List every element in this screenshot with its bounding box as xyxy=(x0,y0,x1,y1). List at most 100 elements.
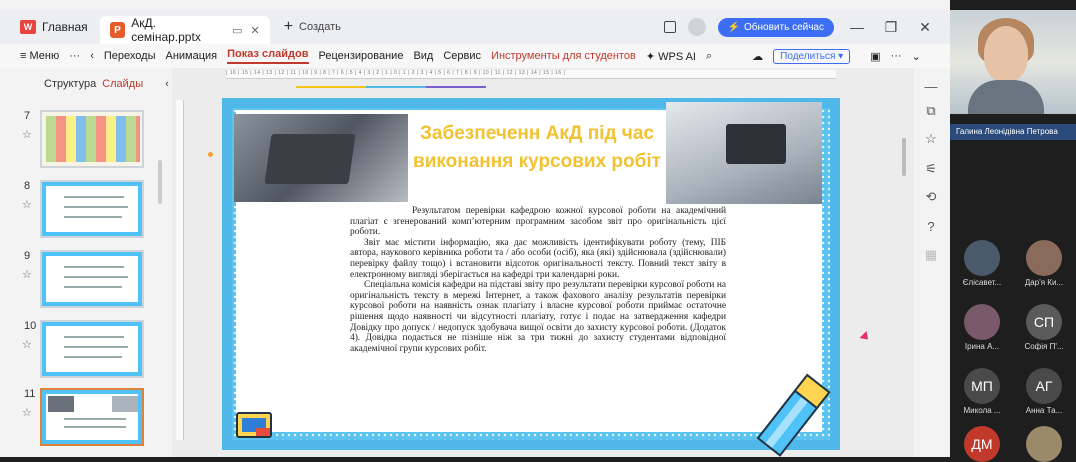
slide-editor: | 16 | 15 | 14 | 13 | 12 | 11 | 10 | 9 |… xyxy=(172,68,914,457)
window-mode-icon[interactable] xyxy=(663,21,676,33)
slide-thumbnail[interactable] xyxy=(40,250,144,308)
slide-thumb-row[interactable]: 10 ☆ xyxy=(0,320,172,382)
participant-name: Єлісавет... xyxy=(962,278,1002,287)
slide-body-text[interactable]: Результатом перевірки кафедрою кожної ку… xyxy=(350,206,726,354)
presenter-camera[interactable] xyxy=(950,10,1076,114)
menu-student-tools[interactable]: Инструменты для студентов xyxy=(491,50,636,62)
participant-tile[interactable]: АГ Анна Та... xyxy=(1014,368,1074,415)
star-icon[interactable]: ☆ xyxy=(22,406,32,419)
slide-number: 9 xyxy=(24,250,31,262)
participant-avatar: СП xyxy=(1026,304,1062,340)
menu-review[interactable]: Рецензирование xyxy=(319,50,404,62)
slide-thumb-row[interactable]: 7 ☆ xyxy=(0,110,172,172)
slide-thumbnail[interactable] xyxy=(40,110,144,168)
screen-icon[interactable]: ▭ xyxy=(232,24,242,37)
menu-wps-ai[interactable]: ✦ WPS AI xyxy=(646,50,696,63)
participant-tile[interactable]: Єлісавет... xyxy=(952,240,1012,287)
slide-number: 8 xyxy=(24,180,31,192)
participant-name: Софія П'... xyxy=(1024,342,1064,351)
presenter-name: Галина Леонідівна Петрова xyxy=(950,124,1076,140)
slide-thumb-row[interactable]: 11 ☆ xyxy=(0,388,172,450)
menu-animation[interactable]: Анимация xyxy=(166,50,218,62)
minimize-button[interactable]: — xyxy=(846,19,868,35)
participant-name: Дар'я Ки... xyxy=(1024,278,1064,287)
participant-tile[interactable]: СП Софія П'... xyxy=(1014,304,1074,351)
star-icon[interactable]: ☆ xyxy=(22,198,32,211)
close-button[interactable]: ✕ xyxy=(914,19,936,36)
document-tab[interactable]: P АкД. семінар.pptx ▭ ✕ xyxy=(99,16,270,44)
share-button[interactable]: Поделиться ▾ xyxy=(773,48,851,64)
plus-icon: + xyxy=(283,18,294,35)
mouse-cursor-icon xyxy=(859,330,872,344)
thumb-line xyxy=(64,418,126,420)
wps-presentation-app: W Главная P АкД. семінар.pptx ▭ ✕ + Созд… xyxy=(0,0,950,457)
collapse-ribbon-icon[interactable]: ⌄ xyxy=(912,50,921,63)
current-slide[interactable]: Забезпеченн АкД під час виконання курсов… xyxy=(222,98,840,457)
participant-avatar xyxy=(964,304,1000,340)
collapse-panel-icon[interactable]: ‹ xyxy=(165,78,169,90)
share-label: Поделиться xyxy=(780,50,836,62)
thumb-line xyxy=(64,206,128,208)
participant-avatar: МП xyxy=(964,368,1000,404)
overflow-icon[interactable]: ··· xyxy=(891,50,902,62)
star-icon[interactable]: ☆ xyxy=(922,130,940,148)
minus-icon[interactable]: — xyxy=(922,78,940,96)
slide-thumbnail-panel: Структура Слайды ‹ 7 ☆ 8 ☆ 9 ☆ 10 ☆ 11 ☆ xyxy=(0,68,172,457)
panel-scrollbar[interactable] xyxy=(158,160,162,204)
help-icon[interactable]: ? xyxy=(922,218,940,236)
structure-tab[interactable]: Структура xyxy=(44,78,96,90)
yellow-line xyxy=(296,86,366,88)
participant-tile[interactable]: Дар'я Ки... xyxy=(1014,240,1074,287)
participant-tile[interactable]: МП Микола ... xyxy=(952,368,1012,415)
editor-scrollbar[interactable] xyxy=(902,138,906,176)
new-tab-button[interactable]: + Создать xyxy=(284,18,341,36)
menu-bar: ≡ Меню ··· ‹ Переходы Анимация Показ сла… xyxy=(0,44,950,68)
close-tab-icon[interactable]: ✕ xyxy=(250,24,259,37)
thumb-line xyxy=(64,266,124,268)
slides-tab[interactable]: Слайды xyxy=(102,78,143,90)
document-tab-label: АкД. семінар.pptx xyxy=(131,16,201,44)
panel-icon[interactable]: ▣ xyxy=(870,50,880,63)
star-icon[interactable]: ☆ xyxy=(22,268,32,281)
slide-thumbnail-selected[interactable] xyxy=(40,388,144,446)
slide-title[interactable]: Забезпеченн АкД під час виконання курсов… xyxy=(408,120,666,176)
update-now-button[interactable]: ⚡ Обновить сейчас xyxy=(717,17,834,37)
copy-icon[interactable]: ⧉ xyxy=(922,102,940,120)
star-icon[interactable]: ☆ xyxy=(22,338,32,351)
star-icon[interactable]: ☆ xyxy=(22,128,32,141)
menu-slideshow[interactable]: Показ слайдов xyxy=(227,48,309,64)
slide-thumb-row[interactable]: 9 ☆ xyxy=(0,250,172,312)
ai-sparkle-icon: ✦ xyxy=(645,50,659,63)
grid-icon[interactable]: ▦ xyxy=(922,246,940,264)
menu-transitions[interactable]: Переходы xyxy=(104,50,156,62)
thumb-line xyxy=(64,346,128,348)
slide-thumb-row[interactable]: 8 ☆ xyxy=(0,180,172,242)
more-button[interactable]: ··· xyxy=(69,50,80,62)
participant-tile[interactable]: Ірина А... xyxy=(952,304,1012,351)
home-tab-label: Главная xyxy=(42,20,88,34)
participant-name: Анна Та... xyxy=(1025,406,1063,415)
menu-view[interactable]: Вид xyxy=(413,50,433,62)
settings-sliders-icon[interactable]: ⚟ xyxy=(922,160,940,178)
cloud-sync-icon[interactable]: ☁ xyxy=(752,50,763,63)
right-toolbar: — ⧉ ☆ ⚟ ⟲ ? ▦ xyxy=(914,68,950,457)
scroll-left-icon[interactable]: ‹ xyxy=(90,50,94,62)
user-avatar[interactable] xyxy=(687,18,706,36)
presenter-shoulders xyxy=(968,80,1044,114)
slide-thumbnail[interactable] xyxy=(40,180,144,238)
search-icon[interactable]: ⌕ xyxy=(706,50,712,63)
thumb-photo xyxy=(112,396,138,412)
maximize-button[interactable]: ❐ xyxy=(880,19,902,36)
participant-avatar xyxy=(964,240,1000,276)
slide-thumbnail[interactable] xyxy=(40,320,144,378)
main-menu-button[interactable]: ≡ Меню xyxy=(20,50,59,62)
notebook-illustration xyxy=(236,412,272,438)
decorative-lines xyxy=(296,86,496,90)
update-now-label: Обновить сейчас xyxy=(744,21,824,33)
video-call-panel: Галина Леонідівна Петрова Єлісавет... Да… xyxy=(950,0,1076,462)
home-tab[interactable]: W Главная xyxy=(0,10,100,44)
participant-name: Микола ... xyxy=(963,406,1001,415)
menu-service[interactable]: Сервис xyxy=(443,50,481,62)
paragraph: Результатом перевірки кафедрою кожної ку… xyxy=(350,206,726,238)
history-icon[interactable]: ⟲ xyxy=(922,188,940,206)
